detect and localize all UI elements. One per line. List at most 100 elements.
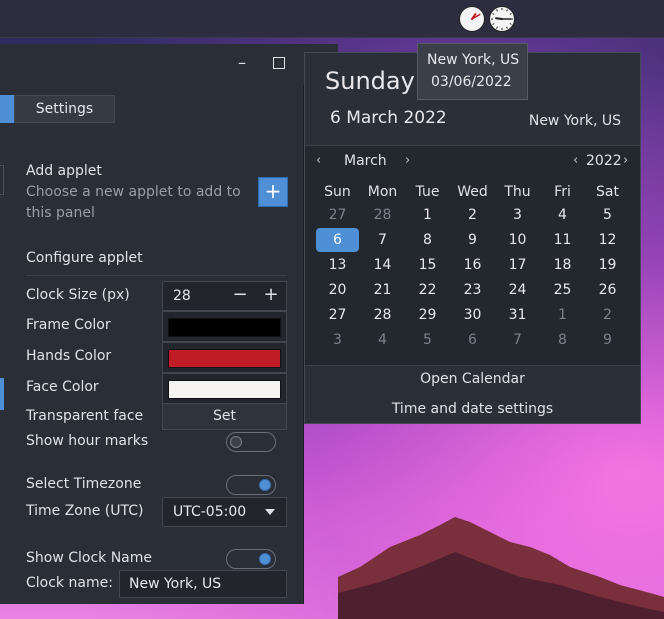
dropdown-arrow-icon: [265, 509, 275, 515]
show-clock-name-toggle[interactable]: [226, 549, 276, 569]
maximize-button[interactable]: [273, 57, 285, 69]
timezone-label: Time Zone (UTC): [26, 503, 144, 519]
show-hour-marks-toggle[interactable]: [226, 432, 276, 452]
calendar-day[interactable]: 8: [540, 328, 585, 352]
calendar-day[interactable]: 27: [315, 303, 360, 327]
calendar-month: March: [344, 153, 387, 169]
calendar-day[interactable]: 1: [540, 303, 585, 327]
calendar-day[interactable]: 1: [405, 203, 450, 227]
calendar-day[interactable]: 22: [405, 278, 450, 302]
calendar-day[interactable]: 25: [540, 278, 585, 302]
calendar-day[interactable]: 27: [315, 203, 360, 227]
calendar-day[interactable]: 23: [450, 278, 495, 302]
calendar-day[interactable]: 18: [540, 253, 585, 277]
tooltip-date: 03/06/2022: [431, 74, 512, 90]
face-color-button[interactable]: [162, 373, 287, 404]
calendar-day[interactable]: 13: [315, 253, 360, 277]
clock-applet-icon[interactable]: [489, 6, 515, 32]
frame-color-button[interactable]: [162, 311, 287, 342]
calendar-day[interactable]: 15: [405, 253, 450, 277]
calendar-day[interactable]: 26: [585, 278, 630, 302]
calendar-day[interactable]: 5: [405, 328, 450, 352]
clock-size-label: Clock Size (px): [26, 287, 130, 303]
calendar-day[interactable]: 12: [585, 228, 630, 252]
sidebar-edge: [0, 165, 4, 195]
prev-month-icon[interactable]: ‹: [316, 153, 321, 168]
calendar-day[interactable]: 4: [360, 328, 405, 352]
weekday-label: Thu: [504, 184, 531, 200]
clock-face-icon: [471, 13, 481, 20]
calendar-day[interactable]: 8: [405, 228, 450, 252]
tab-indicator: [0, 95, 14, 123]
timezone-select[interactable]: UTC-05:00: [162, 497, 287, 527]
calendar-day[interactable]: 3: [315, 328, 360, 352]
weekday-label: Mon: [367, 184, 398, 200]
calendar-day[interactable]: 29: [405, 303, 450, 327]
calendar-day[interactable]: 10: [495, 228, 540, 252]
calendar-day[interactable]: 2: [585, 303, 630, 327]
time-date-settings-button[interactable]: Time and date settings: [305, 401, 640, 417]
calendar-day[interactable]: 19: [585, 253, 630, 277]
clock-applet-icon[interactable]: [459, 6, 485, 32]
calendar-day[interactable]: 28: [360, 303, 405, 327]
clock-size-stepper[interactable]: 28 − +: [162, 281, 287, 311]
calendar-day[interactable]: 6: [316, 228, 359, 252]
calendar-day[interactable]: 17: [495, 253, 540, 277]
minimize-button[interactable]: –: [233, 55, 251, 74]
frame-color-label: Frame Color: [26, 317, 111, 333]
configure-applet-title: Configure applet: [26, 250, 143, 266]
calendar-day[interactable]: 5: [585, 203, 630, 227]
calendar-day[interactable]: 7: [360, 228, 405, 252]
decrement-button[interactable]: −: [225, 282, 255, 310]
divider: [26, 275, 287, 276]
weekday-label: Sun: [324, 184, 351, 200]
calendar-day-name: Sunday: [325, 67, 415, 95]
hands-color-button[interactable]: [162, 342, 287, 373]
frame-color-swatch: [168, 318, 281, 337]
increment-button[interactable]: +: [256, 282, 286, 310]
calendar-full-date: 6 March 2022: [330, 108, 447, 128]
calendar-day[interactable]: 16: [450, 253, 495, 277]
calendar-day[interactable]: 4: [540, 203, 585, 227]
timezone-value: UTC-05:00: [173, 504, 247, 520]
select-timezone-toggle[interactable]: [226, 475, 276, 495]
tab-settings[interactable]: Settings: [14, 95, 115, 123]
calendar-day[interactable]: 3: [495, 203, 540, 227]
add-applet-description: Choose a new applet to add to this panel: [26, 184, 241, 221]
toggle-knob: [230, 436, 242, 448]
face-color-swatch: [168, 380, 281, 399]
clock-name-label: Clock name:: [26, 575, 113, 591]
face-color-label: Face Color: [26, 379, 99, 395]
weekday-label: Sat: [596, 184, 619, 200]
calendar-day[interactable]: 14: [360, 253, 405, 277]
add-applet-button[interactable]: +: [258, 177, 288, 207]
calendar-day[interactable]: 31: [495, 303, 540, 327]
next-year-icon[interactable]: ›: [623, 153, 628, 168]
calendar-day[interactable]: 7: [495, 328, 540, 352]
calendar-day[interactable]: 28: [360, 203, 405, 227]
clock-size-value[interactable]: 28: [173, 282, 191, 310]
clock-face-icon: [491, 8, 513, 30]
calendar-day[interactable]: 21: [360, 278, 405, 302]
set-button[interactable]: Set: [162, 403, 287, 430]
clock-name-input[interactable]: New York, US: [119, 570, 287, 598]
sidebar-selection: [0, 378, 4, 410]
calendar-day[interactable]: 2: [450, 203, 495, 227]
prev-year-icon[interactable]: ‹: [573, 153, 578, 168]
calendar-year: 2022: [586, 153, 622, 169]
calendar-day[interactable]: 30: [450, 303, 495, 327]
toggle-knob: [259, 553, 271, 565]
calendar-day[interactable]: 9: [585, 328, 630, 352]
clock-tooltip: New York, US 03/06/2022: [417, 43, 528, 100]
toggle-knob: [259, 479, 271, 491]
calendar-day[interactable]: 24: [495, 278, 540, 302]
next-month-icon[interactable]: ›: [405, 153, 410, 168]
calendar-day[interactable]: 11: [540, 228, 585, 252]
calendar-day[interactable]: 20: [315, 278, 360, 302]
hands-color-label: Hands Color: [26, 348, 112, 364]
transparent-face-label: Transparent face: [26, 408, 144, 424]
open-calendar-button[interactable]: Open Calendar: [305, 371, 640, 387]
weekday-label: Fri: [554, 184, 571, 200]
calendar-day[interactable]: 6: [450, 328, 495, 352]
calendar-day[interactable]: 9: [450, 228, 495, 252]
